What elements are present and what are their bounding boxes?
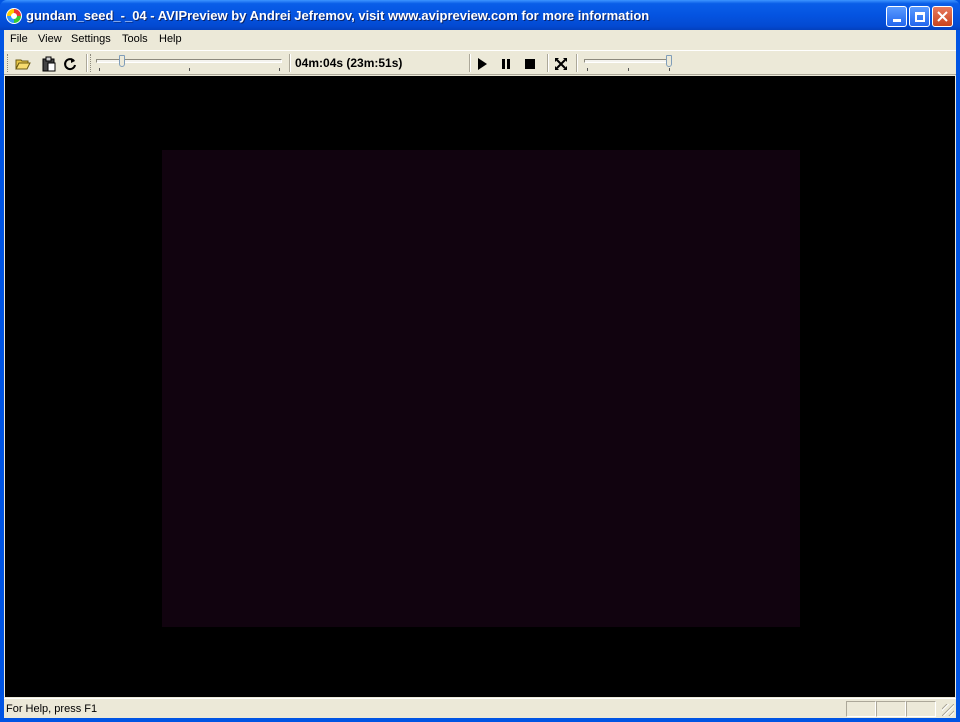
time-readout: 04m:04s (23m:51s) (295, 56, 403, 70)
volume-tick (628, 68, 629, 71)
clipboard-icon (42, 56, 56, 72)
menu-file[interactable]: File (10, 33, 28, 45)
volume-tick (587, 68, 588, 71)
pause-button[interactable] (498, 56, 514, 72)
app-window: gundam_seed_-_04 - AVIPreview by Andrei … (0, 0, 960, 722)
fullscreen-icon (555, 58, 567, 70)
toolbar-separator (86, 54, 88, 72)
volume-slider[interactable] (584, 53, 674, 73)
stop-icon (525, 59, 535, 69)
open-file-button[interactable] (15, 56, 31, 72)
seek-tick (279, 68, 280, 71)
status-pane (846, 701, 876, 717)
video-area[interactable] (5, 76, 955, 697)
minimize-icon (892, 18, 901, 22)
title-bar[interactable]: gundam_seed_-_04 - AVIPreview by Andrei … (0, 0, 960, 30)
play-button[interactable] (474, 56, 490, 72)
seek-slider-thumb[interactable] (119, 55, 125, 67)
status-help-text: For Help, press F1 (6, 703, 98, 715)
menu-view[interactable]: View (38, 33, 62, 45)
volume-tick (669, 68, 670, 71)
maximize-button[interactable] (909, 6, 930, 27)
clipboard-button[interactable] (41, 56, 57, 72)
app-icon[interactable] (6, 8, 22, 24)
stop-button[interactable] (522, 56, 538, 72)
toolbar-separator (289, 54, 291, 72)
volume-slider-track (584, 59, 672, 63)
toolbar-separator (547, 54, 549, 72)
window-title: gundam_seed_-_04 - AVIPreview by Andrei … (26, 8, 650, 23)
seek-slider[interactable] (96, 53, 282, 73)
video-frame[interactable] (162, 150, 800, 627)
menu-help[interactable]: Help (159, 33, 182, 45)
toolbar-separator (469, 54, 471, 72)
refresh-button[interactable] (62, 56, 78, 72)
maximize-icon (914, 11, 925, 22)
toolbar-separator (576, 54, 578, 72)
status-bar: For Help, press F1 (4, 698, 956, 718)
seek-tick (99, 68, 100, 71)
volume-slider-thumb[interactable] (666, 55, 672, 67)
resize-grip[interactable] (942, 704, 954, 716)
folder-open-icon (15, 59, 31, 70)
toolbar: 04m:04s (23m:51s) (4, 50, 956, 75)
toolbar-grip[interactable] (7, 54, 10, 72)
toolbar-grip[interactable] (90, 54, 93, 72)
seek-tick (189, 68, 190, 71)
minimize-button[interactable] (886, 6, 907, 27)
close-icon (937, 11, 948, 22)
menu-tools[interactable]: Tools (122, 33, 148, 45)
refresh-icon (64, 58, 76, 71)
menu-settings[interactable]: Settings (71, 33, 111, 45)
play-icon (478, 58, 487, 70)
client-area: File View Settings Tools Help 04m:04s (2… (4, 30, 956, 718)
status-pane (876, 701, 906, 717)
status-pane (906, 701, 936, 717)
fullscreen-button[interactable] (553, 56, 569, 72)
menu-bar: File View Settings Tools Help (4, 30, 956, 49)
close-button[interactable] (932, 6, 953, 27)
pause-icon (502, 59, 510, 69)
